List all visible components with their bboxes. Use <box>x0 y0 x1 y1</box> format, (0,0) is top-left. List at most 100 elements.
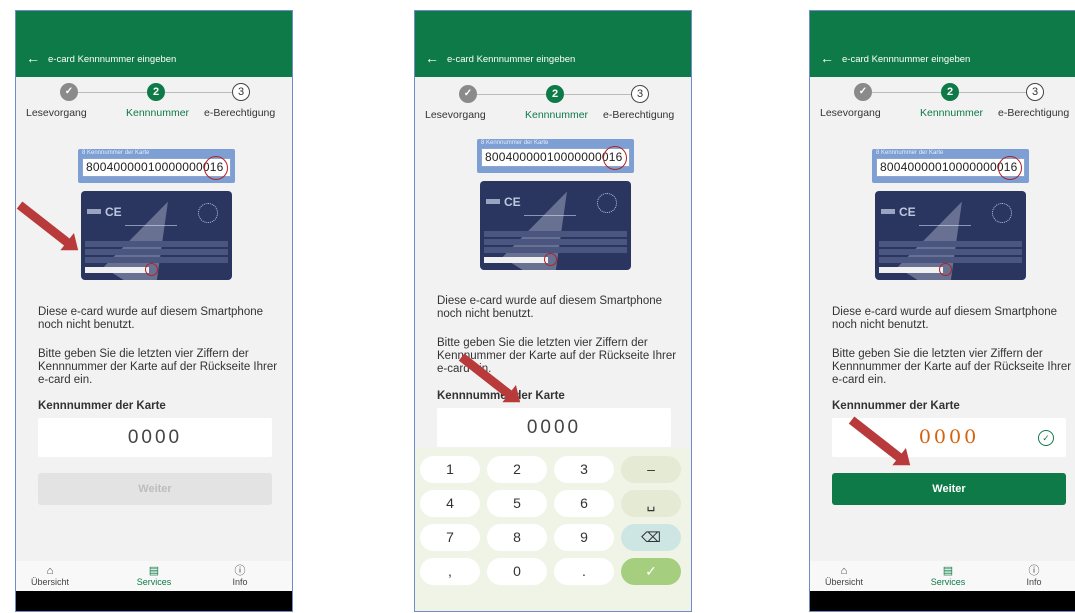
eu-stars-icon <box>597 193 617 213</box>
key-6[interactable]: 6 <box>554 490 614 517</box>
ecard-illustration: 8 Kennnummer der Karte 80040000010000000… <box>872 149 1029 295</box>
card-number-caption: 8 Kennnummer der Karte <box>481 140 549 146</box>
card-number-label-box: 8 Kennnummer der Karte 80040000010000000… <box>872 149 1029 183</box>
services-icon: ▤ <box>148 565 160 577</box>
key-9[interactable]: 9 <box>554 524 614 551</box>
ecard-back-image: CE <box>480 181 631 270</box>
key-minus[interactable]: – <box>621 456 681 483</box>
step-1-label: Lesevorgang <box>26 107 87 119</box>
card-number-strip <box>484 257 548 263</box>
progress-stepper: ✓ 2 3 Lesevorgang Kennnummer e-Berechtig… <box>16 77 292 127</box>
app-bar: ← e-card Kennnummer eingeben <box>16 11 292 77</box>
highlight-circle-small <box>145 263 158 276</box>
card-row <box>879 257 1022 263</box>
highlight-circle-small <box>939 263 952 276</box>
card-row <box>85 257 228 263</box>
card-row <box>85 249 228 255</box>
key-8[interactable]: 8 <box>487 524 547 551</box>
ecard-back-image: CE <box>81 191 232 280</box>
space-key-icon[interactable]: ␣ <box>621 490 681 517</box>
ecard-back-image: CE <box>875 191 1026 280</box>
back-arrow-icon[interactable]: ← <box>425 51 439 65</box>
confirm-check-icon[interactable]: ✓ <box>621 558 681 585</box>
key-2[interactable]: 2 <box>487 456 547 483</box>
pin-placeholder: 0000 <box>127 427 183 448</box>
ce-mark: CE <box>504 195 521 209</box>
card-row <box>879 241 1022 247</box>
step-3-indicator: 3 <box>1026 83 1044 101</box>
eu-stars-icon <box>198 203 218 223</box>
step-connector <box>165 92 232 93</box>
app-bar: ← e-card Kennnummer eingeben <box>415 11 691 77</box>
info-not-used: Diese e-card wurde auf diesem Smartphone… <box>437 295 663 320</box>
key-7[interactable]: 7 <box>420 524 480 551</box>
key-4[interactable]: 4 <box>420 490 480 517</box>
pin-field-label: Kennnummer der Karte <box>38 400 166 412</box>
valid-check-icon: ✓ <box>1038 430 1054 446</box>
pin-input[interactable]: 0000 <box>437 408 671 447</box>
weiter-button[interactable]: Weiter <box>38 473 272 505</box>
highlight-circle <box>204 156 228 180</box>
back-arrow-icon[interactable]: ← <box>26 51 40 65</box>
card-chip <box>486 199 500 204</box>
step-3-indicator: 3 <box>631 85 649 103</box>
key-1[interactable]: 1 <box>420 456 480 483</box>
info-not-used: Diese e-card wurde auf diesem Smartphone… <box>832 306 1058 331</box>
highlight-circle <box>998 156 1022 180</box>
card-row <box>484 231 627 237</box>
system-bar <box>810 591 1075 611</box>
step-1-checkmark-icon: ✓ <box>60 83 78 101</box>
bottom-navigation: ⌂ Übersicht ▤ Services ⓘ Info <box>810 561 1075 593</box>
info-icon: ⓘ <box>234 565 246 577</box>
key-3[interactable]: 3 <box>554 456 614 483</box>
backspace-icon[interactable]: ⌫ <box>621 524 681 551</box>
ecard-illustration: 8 Kennnummer der Karte 80040000010000000… <box>477 139 634 285</box>
step-3-label: e-Berechtigung <box>998 107 1070 119</box>
key-comma[interactable]: , <box>420 558 480 585</box>
card-row <box>484 239 627 245</box>
pin-placeholder: 0000 <box>526 417 582 438</box>
step-connector <box>564 94 631 95</box>
step-connector <box>477 94 546 95</box>
weiter-button[interactable]: Weiter <box>832 473 1066 505</box>
nav-item-services[interactable]: ▤ Services <box>129 565 179 587</box>
card-number-strip <box>85 267 149 273</box>
back-arrow-icon[interactable]: ← <box>820 51 834 65</box>
nav-item-uebersicht[interactable]: ⌂ Übersicht <box>824 565 864 587</box>
ce-mark: CE <box>105 205 122 219</box>
bottom-navigation: ⌂ Übersicht ▤ Services ⓘ Info <box>16 561 292 593</box>
pin-input[interactable]: 0000 <box>38 418 272 457</box>
progress-stepper: ✓ 2 3 Lesevorgang Kennnummer e-Berechtig… <box>415 79 691 129</box>
home-icon: ⌂ <box>840 565 848 577</box>
step-connector <box>959 92 1026 93</box>
info-not-used: Diese e-card wurde auf diesem Smartphone… <box>38 306 264 331</box>
card-row <box>879 249 1022 255</box>
card-chip <box>87 209 101 214</box>
step-3-indicator: 3 <box>232 83 250 101</box>
step-2-indicator: 2 <box>941 83 959 101</box>
key-5[interactable]: 5 <box>487 490 547 517</box>
eu-stars-icon <box>992 203 1012 223</box>
highlight-circle-small <box>544 253 557 266</box>
key-period[interactable]: . <box>554 558 614 585</box>
step-1-checkmark-icon: ✓ <box>459 85 477 103</box>
card-number-label-box: 8 Kennnummer der Karte 80040000010000000… <box>78 149 235 183</box>
home-icon: ⌂ <box>46 565 54 577</box>
numeric-keypad: 1 2 3 – 4 5 6 ␣ 7 8 9 ⌫ , 0 . ✓ <box>415 448 691 611</box>
info-instruction: Bitte geben Sie die letzten vier Ziffern… <box>832 348 1072 386</box>
card-number-caption: 8 Kennnummer der Karte <box>82 150 150 156</box>
phone-screen-1: ← e-card Kennnummer eingeben ✓ 2 3 Lesev… <box>15 10 293 612</box>
page-title: e-card Kennnummer eingeben <box>48 54 177 65</box>
nav-item-info[interactable]: ⓘ Info <box>220 565 260 587</box>
nav-item-info[interactable]: ⓘ Info <box>1014 565 1054 587</box>
nav-item-uebersicht[interactable]: ⌂ Übersicht <box>30 565 70 587</box>
nav-item-services[interactable]: ▤ Services <box>923 565 973 587</box>
phone-screen-3: ← e-card Kennnummer eingeben ✓ 2 3 Lesev… <box>809 10 1075 612</box>
step-2-indicator: 2 <box>546 85 564 103</box>
card-number-label-box: 8 Kennnummer der Karte 80040000010000000… <box>477 139 634 173</box>
key-0[interactable]: 0 <box>487 558 547 585</box>
step-3-label: e-Berechtigung <box>603 109 675 121</box>
page-title: e-card Kennnummer eingeben <box>447 54 576 65</box>
ce-mark: CE <box>899 205 916 219</box>
progress-stepper: ✓ 2 3 Lesevorgang Kennnummer e-Berechtig… <box>810 77 1075 127</box>
